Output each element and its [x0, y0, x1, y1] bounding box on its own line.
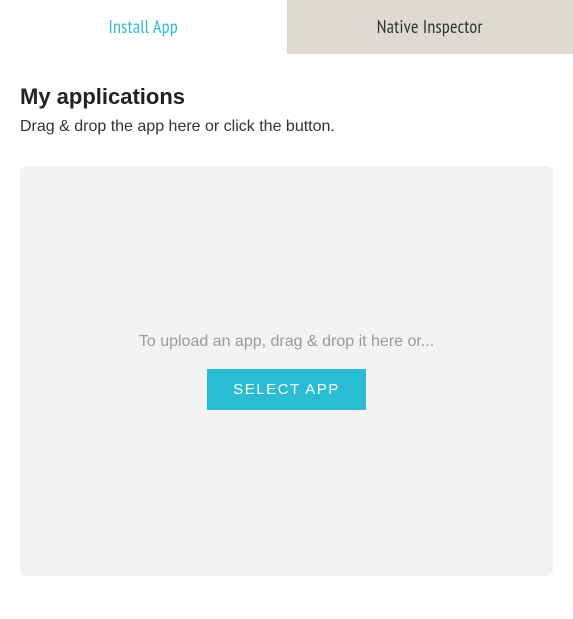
page-title: My applications — [20, 84, 553, 110]
dropzone-hint: To upload an app, drag & drop it here or… — [139, 333, 434, 351]
upload-dropzone[interactable]: To upload an app, drag & drop it here or… — [20, 166, 553, 576]
select-app-button[interactable]: SELECT APP — [207, 369, 365, 410]
page-subtitle: Drag & drop the app here or click the bu… — [20, 118, 553, 136]
tab-bar: Install App Native Inspector — [0, 0, 573, 54]
content-area: My applications Drag & drop the app here… — [0, 54, 573, 596]
tab-native-inspector[interactable]: Native Inspector — [287, 0, 573, 54]
tab-install-app[interactable]: Install App — [0, 0, 287, 54]
